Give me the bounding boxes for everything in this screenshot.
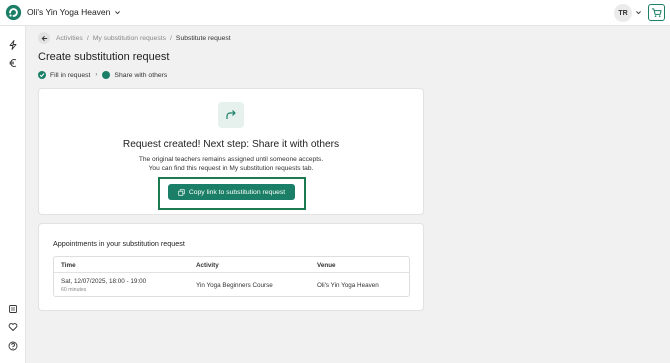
breadcrumb-my-requests[interactable]: My substitution requests (93, 35, 166, 42)
column-header-venue: Venue (317, 262, 336, 269)
cell-venue: Oli's Yin Yoga Heaven (317, 282, 379, 289)
copy-link-label: Copy link to substitution request (188, 188, 286, 196)
breadcrumb: Activities / My substitution requests / … (38, 32, 231, 44)
left-sidebar (0, 26, 26, 363)
step-active-dot (102, 71, 111, 79)
cart-icon (651, 8, 662, 17)
cell-activity: Yin Yoga Beginners Course (196, 282, 273, 289)
chevron-down-icon[interactable] (635, 9, 642, 16)
app-logo-icon[interactable] (5, 4, 22, 21)
help-icon[interactable] (7, 340, 19, 352)
check-icon (38, 71, 46, 79)
stepper: Fill in request › Share with others (38, 71, 167, 79)
success-description-2: You can find this request in My substitu… (148, 165, 314, 172)
step-share: Share with others (114, 71, 168, 79)
step-separator: › (95, 72, 98, 78)
studio-name: Oli's Yin Yoga Heaven (27, 7, 111, 17)
share-icon (218, 102, 244, 128)
copy-icon (178, 188, 185, 196)
studio-switcher[interactable]: Oli's Yin Yoga Heaven (27, 7, 121, 17)
euro-icon[interactable] (7, 57, 19, 69)
breadcrumb-activities[interactable]: Activities (56, 35, 83, 42)
cell-duration: 60 minutes (61, 287, 87, 293)
page-title: Create substitution request (38, 51, 170, 63)
breadcrumb-current: Substitute request (175, 34, 231, 42)
table-header: Time Activity Venue (54, 257, 409, 273)
success-headline: Request created! Next step: Share it wit… (122, 139, 340, 150)
column-header-time: Time (61, 262, 76, 269)
appointments-table: Time Activity Venue Sat, 12/07/2025, 18:… (53, 256, 410, 297)
cart-button[interactable] (648, 4, 665, 21)
user-avatar[interactable]: TR (614, 4, 632, 22)
step-fill-in: Fill in request (50, 71, 91, 79)
top-bar: Oli's Yin Yoga Heaven TR (0, 0, 670, 26)
lightning-icon[interactable] (7, 39, 19, 51)
copy-link-button[interactable]: Copy link to substitution request (168, 184, 295, 200)
success-description-1: The original teachers remains assigned u… (138, 156, 324, 163)
heart-icon[interactable] (7, 321, 19, 333)
column-header-activity: Activity (196, 262, 219, 269)
cell-time: Sat, 12/07/2025, 18:00 - 19:00 (61, 278, 147, 285)
book-icon[interactable] (7, 303, 19, 315)
appointments-title: Appointments in your substitution reques… (53, 239, 185, 248)
breadcrumb-separator: / (86, 34, 89, 42)
back-button[interactable] (38, 32, 50, 44)
breadcrumb-separator: / (170, 34, 172, 42)
chevron-down-icon (115, 10, 121, 14)
arrow-left-icon (41, 35, 47, 41)
